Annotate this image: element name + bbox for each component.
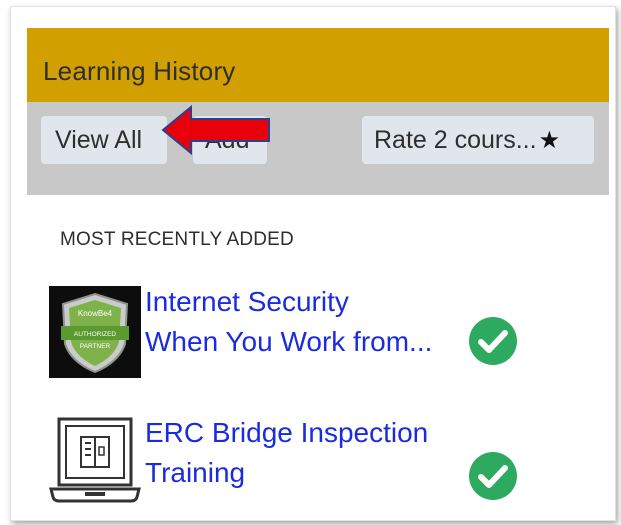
course-title-link[interactable]: Internet Security When You Work from... xyxy=(145,282,432,362)
laptop-icon xyxy=(49,417,141,503)
toolbar: View All Add Rate 2 cours...★ xyxy=(27,102,609,195)
list-item: KnowBe4 AUTHORIZED PARTNER Internet Secu… xyxy=(49,282,609,382)
star-icon: ★ xyxy=(538,127,561,154)
annotation-arrow-icon xyxy=(161,105,270,155)
view-all-button[interactable]: View All xyxy=(41,116,167,164)
panel-header: Learning History xyxy=(27,28,609,102)
rate-courses-label: Rate 2 cours... xyxy=(374,126,537,154)
badge-brand-text: KnowBe4 xyxy=(78,309,113,318)
list-item: ERC Bridge Inspection Training xyxy=(49,413,609,513)
course-title-line-1: ERC Bridge Inspection xyxy=(145,417,429,448)
course-title-line-1: Internet Security xyxy=(145,286,349,317)
learning-history-panel: Learning History View All Add Rate 2 cou… xyxy=(10,6,616,521)
panel-title: Learning History xyxy=(43,56,236,86)
knowbe4-partner-badge-icon: KnowBe4 AUTHORIZED PARTNER xyxy=(49,286,141,378)
check-circle-icon xyxy=(469,317,517,365)
badge-partner-text: PARTNER xyxy=(80,343,111,350)
rate-courses-button[interactable]: Rate 2 cours...★ xyxy=(362,116,594,164)
check-circle-icon xyxy=(469,452,517,500)
course-title-line-2: When You Work from... xyxy=(145,326,433,357)
section-label: MOST RECENTLY ADDED xyxy=(60,229,294,250)
course-title-line-2: Training xyxy=(145,457,246,488)
course-title-link[interactable]: ERC Bridge Inspection Training xyxy=(145,413,428,493)
badge-authorized-text: AUTHORIZED xyxy=(74,331,117,338)
